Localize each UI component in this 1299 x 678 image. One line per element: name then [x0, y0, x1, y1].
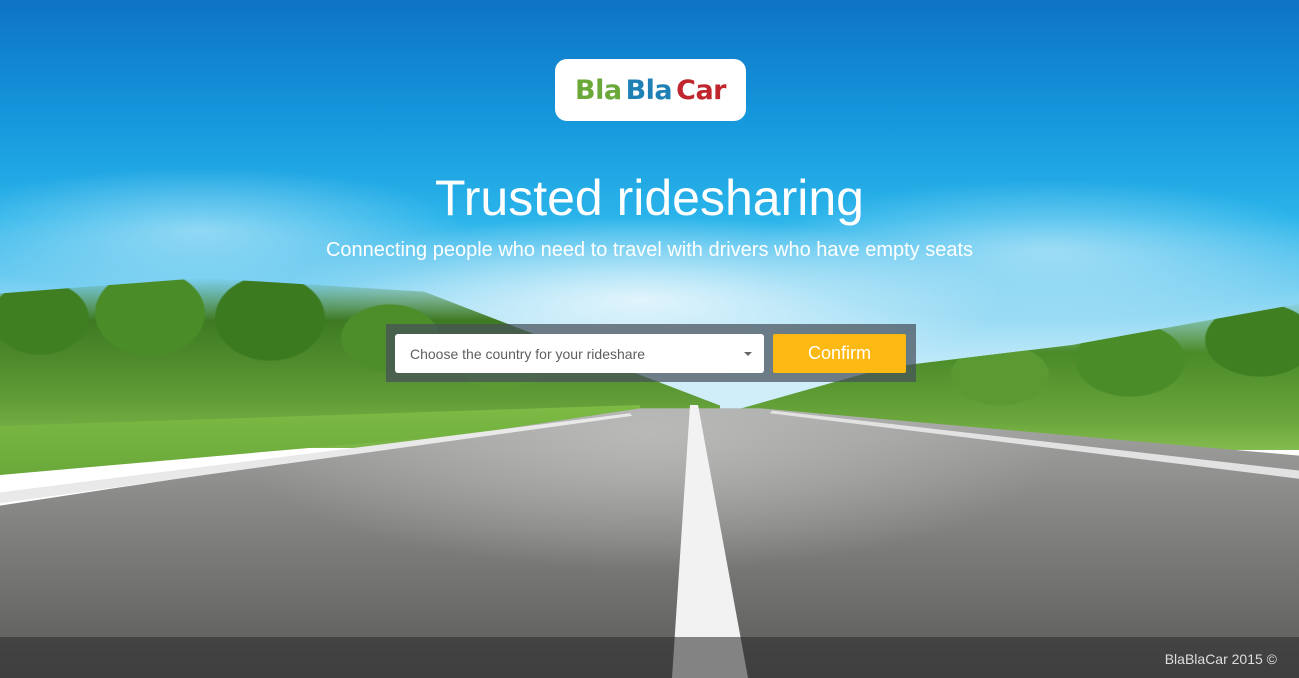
footer-bar: BlaBlaCar 2015 ©: [0, 637, 1299, 678]
country-select[interactable]: Choose the country for your rideshare: [395, 334, 764, 373]
logo-word-2: Bla: [625, 74, 673, 106]
chevron-down-icon: [744, 352, 752, 356]
logo-word-1: Bla: [575, 74, 622, 106]
blablacar-logo[interactable]: Bla Bla Car: [555, 59, 746, 121]
footer-copyright: BlaBlaCar 2015 ©: [1164, 651, 1277, 667]
logo-word-3: Car: [676, 74, 726, 106]
page-title: Trusted ridesharing: [435, 170, 864, 226]
confirm-button[interactable]: Confirm: [773, 334, 906, 373]
country-select-placeholder: Choose the country for your rideshare: [410, 345, 646, 362]
page-subtitle: Connecting people who need to travel wit…: [325, 239, 974, 261]
